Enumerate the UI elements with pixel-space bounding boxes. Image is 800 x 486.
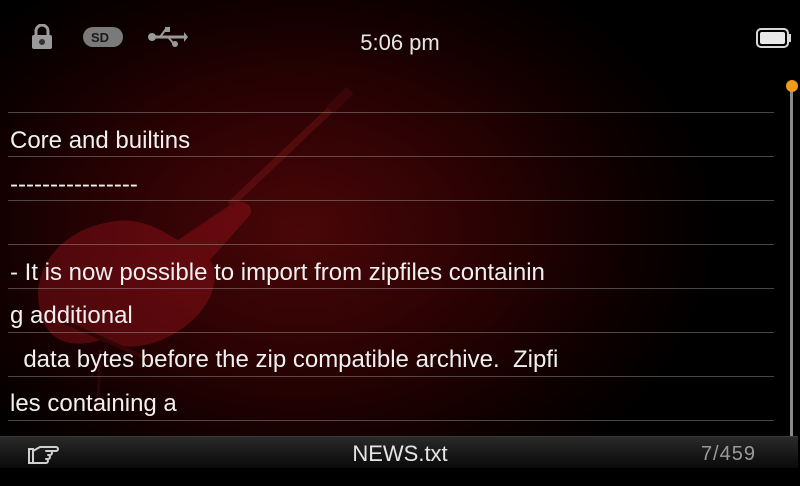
text-line: data bytes before the zip compatible arc… [10,346,559,373]
scrollbar-thumb[interactable] [786,80,798,92]
text-line: g additional [10,302,133,329]
text-reader[interactable]: Core and builtins ---------------- - It … [0,0,800,486]
text-line: - It is now possible to import from zipf… [10,259,545,286]
text-line: ---------------- [10,171,138,198]
text-line: Core and builtins [10,127,191,154]
line-rule [8,156,774,157]
screen-bezel-bottom [0,468,800,486]
file-name: NEWS.txt [352,441,448,466]
page-indicator: 7/459 [700,443,756,465]
line-rule [8,112,774,113]
line-rule [8,200,774,201]
line-rule [8,376,774,377]
line-rule [8,420,774,421]
line-rule [8,332,774,333]
reader-screen: SD 5:06 pm Core and builtins -----------… [0,0,800,486]
scrollbar-track[interactable] [790,82,793,438]
line-rule [8,288,774,289]
text-line: les containing a [10,390,177,417]
line-rule [8,244,774,245]
bottom-bar: NEWS.txt 7/459 [0,436,800,469]
